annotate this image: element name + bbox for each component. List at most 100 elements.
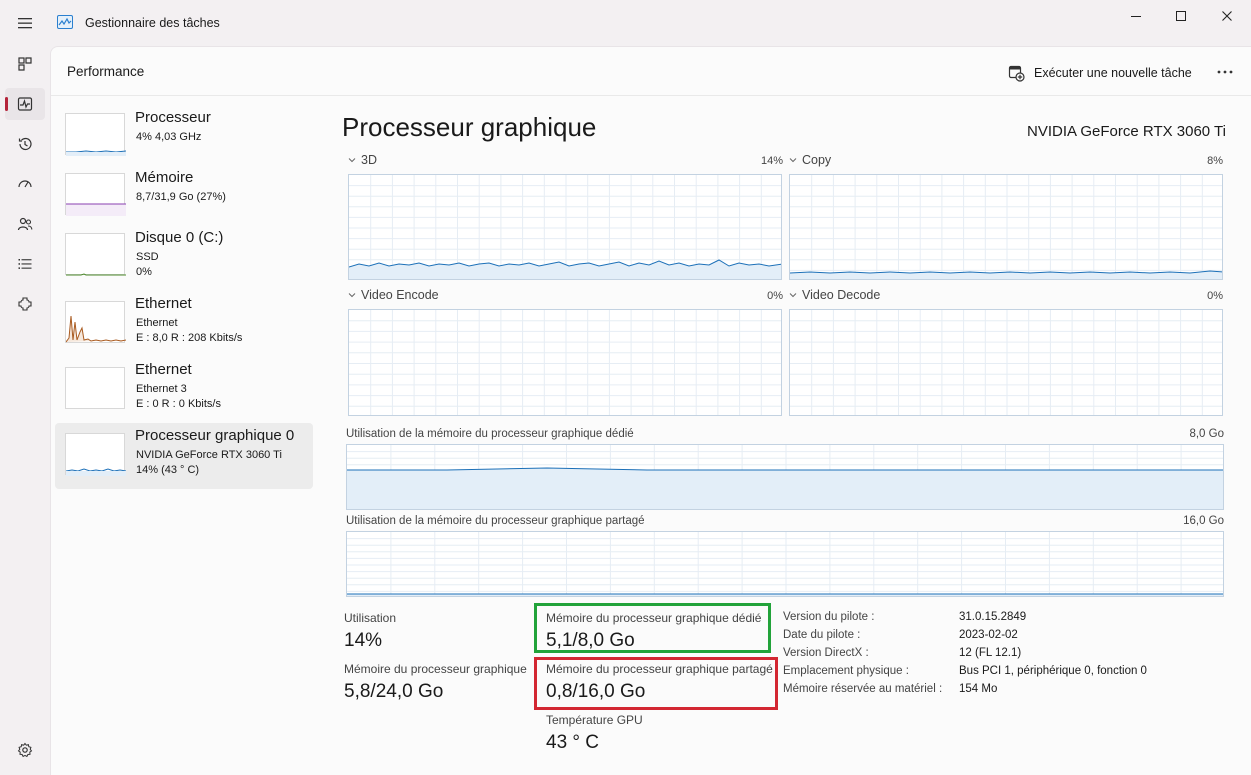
- graph-copy-svg: [790, 175, 1222, 279]
- utilisation-value: 14%: [344, 630, 383, 651]
- nav-settings[interactable]: [5, 734, 45, 766]
- gpu-temperature-label: Température GPU: [546, 713, 643, 727]
- nav-services[interactable]: [5, 288, 45, 320]
- device-item-ethernet[interactable]: Ethernet Ethernet E : 8,0 R : 208 Kbits/…: [55, 291, 313, 357]
- close-button[interactable]: [1204, 4, 1250, 28]
- gpu-memory-label: Mémoire du processeur graphique: [344, 662, 527, 676]
- hamburger-icon: [18, 18, 32, 29]
- graph-video-encode: [348, 309, 782, 416]
- device-item-ethernet-3[interactable]: Ethernet Ethernet 3 E : 0 R : 0 Kbits/s: [55, 357, 313, 423]
- main-panel: Performance Exécuter une nouvelle tâche …: [50, 46, 1251, 775]
- nav-users[interactable]: [5, 208, 45, 240]
- new-task-icon: [1008, 65, 1025, 82]
- device-name: Processeur: [135, 109, 211, 126]
- chevron-down-icon: [348, 293, 356, 298]
- cpu-thumbnail: [65, 113, 126, 156]
- device-detail: E : 0 R : 0 Kbits/s: [136, 398, 221, 410]
- engine-selector-video-encode[interactable]: Video Encode: [347, 288, 439, 302]
- chevron-down-icon: [348, 158, 356, 163]
- chevron-down-icon: [789, 293, 797, 298]
- device-detail: NVIDIA GeForce RTX 3060 Ti: [136, 449, 282, 461]
- graph-dedicated-memory-svg: [347, 445, 1223, 509]
- engine-percent: 8%: [1207, 155, 1223, 167]
- device-name: Ethernet: [135, 361, 192, 378]
- history-icon: [18, 137, 32, 151]
- device-detail: 0%: [136, 266, 152, 278]
- close-icon: [1222, 11, 1232, 21]
- device-detail: Ethernet 3: [136, 383, 187, 395]
- shared-memory-graph-max: 16,0 Go: [1183, 515, 1224, 527]
- info-key: Emplacement physique :: [783, 665, 909, 677]
- info-value: 154 Mo: [959, 683, 998, 695]
- utilisation-label: Utilisation: [344, 611, 397, 625]
- gpu-temperature-value: 43 ° C: [546, 732, 600, 753]
- device-item-memory[interactable]: Mémoire 8,7/31,9 Go (27%): [55, 165, 313, 231]
- graph-dedicated-memory: [346, 444, 1224, 510]
- dedicated-memory-graph-label: Utilisation de la mémoire du processeur …: [346, 428, 634, 440]
- device-detail: SSD: [136, 251, 159, 263]
- gpu-title: Processeur graphique: [342, 112, 597, 142]
- engine-selector-video-decode[interactable]: Video Decode: [788, 288, 880, 302]
- task-manager-app-icon: [57, 15, 73, 29]
- nav-startup-apps[interactable]: [5, 168, 45, 200]
- device-name: Disque 0 (C:): [135, 229, 224, 246]
- processes-icon: [18, 57, 32, 71]
- shared-memory-label: Mémoire du processeur graphique partagé: [546, 662, 773, 676]
- chevron-down-icon: [789, 158, 797, 163]
- engine-label: Video Decode: [802, 288, 881, 302]
- info-value: 12 (FL 12.1): [959, 647, 1022, 659]
- graph-video-decode: [789, 309, 1223, 416]
- device-detail: 8,7/31,9 Go (27%): [136, 191, 226, 203]
- graph-shared-memory-svg: [347, 532, 1223, 596]
- device-detail: E : 8,0 R : 208 Kbits/s: [136, 332, 243, 344]
- active-indicator: [5, 97, 8, 111]
- details-list-icon: [18, 259, 32, 269]
- device-detail: Ethernet: [136, 317, 178, 329]
- hamburger-menu-button[interactable]: [5, 7, 45, 39]
- device-name: Mémoire: [135, 169, 194, 186]
- graph-video-decode-svg: [790, 310, 1222, 415]
- more-options-button[interactable]: [1213, 61, 1237, 83]
- performance-icon: [17, 97, 33, 111]
- info-key: Version du pilote :: [783, 611, 875, 623]
- device-detail: 14% (43 ° C): [136, 464, 200, 476]
- gpu-thumbnail: [65, 433, 126, 476]
- engine-percent: 0%: [1207, 290, 1223, 302]
- engine-selector-copy[interactable]: Copy: [788, 153, 831, 167]
- info-value: 31.0.15.2849: [959, 611, 1027, 623]
- device-detail: 4% 4,03 GHz: [136, 131, 202, 143]
- graph-3d: [348, 174, 782, 280]
- startup-icon: [18, 180, 32, 188]
- device-item-disk[interactable]: Disque 0 (C:) SSD 0%: [55, 225, 313, 291]
- engine-label: Copy: [802, 153, 832, 167]
- run-new-task-button[interactable]: Exécuter une nouvelle tâche: [1008, 62, 1192, 84]
- dedicated-memory-graph-max: 8,0 Go: [1189, 428, 1224, 440]
- maximize-button[interactable]: [1158, 4, 1204, 28]
- run-new-task-label: Exécuter une nouvelle tâche: [1034, 66, 1192, 80]
- nav-processes[interactable]: [5, 48, 45, 80]
- device-name: Processeur graphique 0: [135, 427, 295, 444]
- nav-performance[interactable]: [5, 88, 45, 120]
- minimize-button[interactable]: [1113, 4, 1159, 28]
- info-key: Date du pilote :: [783, 629, 861, 641]
- memory-thumbnail: [65, 173, 126, 216]
- maximize-icon: [1176, 11, 1186, 21]
- ethernet-thumbnail: [65, 301, 126, 343]
- device-item-cpu[interactable]: Processeur 4% 4,03 GHz: [55, 105, 313, 171]
- shared-memory-graph-label: Utilisation de la mémoire du processeur …: [346, 515, 645, 527]
- gear-icon: [17, 742, 33, 758]
- title-bar: Gestionnaire des tâches: [0, 0, 1251, 46]
- device-name: Ethernet: [135, 295, 192, 312]
- nav-details[interactable]: [5, 248, 45, 280]
- nav-app-history[interactable]: [5, 128, 45, 160]
- services-icon: [18, 297, 32, 311]
- graph-video-encode-svg: [349, 310, 781, 415]
- device-item-gpu[interactable]: Processeur graphique 0 NVIDIA GeForce RT…: [55, 423, 313, 489]
- more-icon: [1217, 70, 1233, 74]
- window-title: Gestionnaire des tâches: [85, 16, 220, 30]
- engine-selector-3d[interactable]: 3D: [347, 153, 377, 167]
- info-value: Bus PCI 1, périphérique 0, fonction 0: [959, 665, 1147, 677]
- info-value: 2023-02-02: [959, 629, 1018, 641]
- disk-thumbnail: [65, 233, 126, 276]
- shared-memory-value: 0,8/16,0 Go: [546, 681, 646, 702]
